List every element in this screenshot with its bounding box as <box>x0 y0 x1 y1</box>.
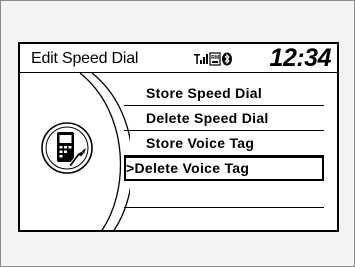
menu-item-store-speed-dial[interactable]: Store Speed Dial <box>124 81 324 106</box>
device-frame: Edit Speed Dial R M 12:34 Store Speed Di… <box>0 0 355 267</box>
signal-icon <box>194 54 208 64</box>
menu-item-label: Delete Voice Tag <box>134 160 250 176</box>
menu-item-label: Store Voice Tag <box>146 135 255 151</box>
menu-empty-row <box>124 181 324 208</box>
menu-list: Store Speed Dial Delete Speed Dial Store… <box>124 81 324 230</box>
menu-item-delete-speed-dial[interactable]: Delete Speed Dial <box>124 106 324 131</box>
clock-display: 12:34 <box>269 44 332 72</box>
bluetooth-icon <box>222 52 232 66</box>
svg-text:M: M <box>215 55 219 61</box>
phone-settings-icon <box>41 122 93 174</box>
roaming-icon: R M <box>209 52 221 66</box>
menu-item-delete-voice-tag[interactable]: >Delete Voice Tag <box>124 156 324 181</box>
page-title: Edit Speed Dial <box>31 50 139 67</box>
menu-item-store-voice-tag[interactable]: Store Voice Tag <box>124 131 324 156</box>
display-screen: Edit Speed Dial R M 12:34 Store Speed Di… <box>18 42 339 232</box>
menu-empty-row <box>124 208 324 230</box>
menu-item-label: Delete Speed Dial <box>146 110 269 126</box>
status-icons: R M <box>194 52 232 66</box>
header-bar: Edit Speed Dial R M 12:34 <box>20 44 337 73</box>
menu-item-label: Store Speed Dial <box>146 85 263 101</box>
